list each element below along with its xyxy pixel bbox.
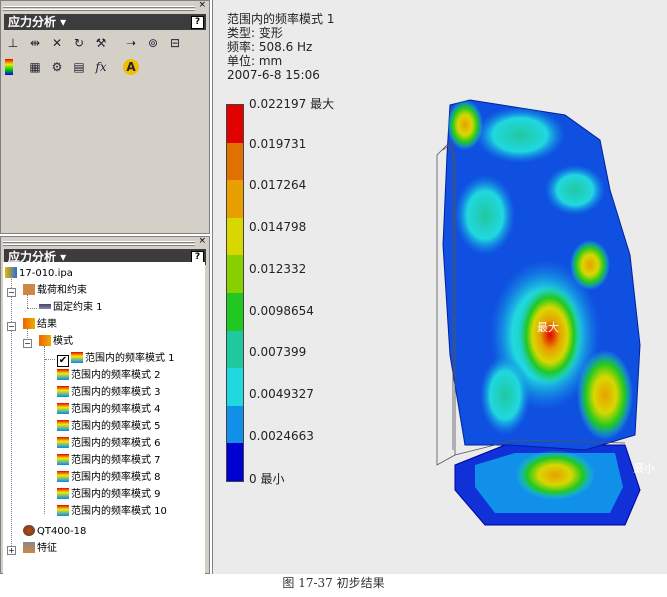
results-icon [23, 318, 35, 329]
tree-results[interactable]: 结果 [23, 318, 57, 332]
contour-icon [57, 505, 69, 516]
legend-label: 0 最小 [249, 472, 285, 487]
contour-icon [57, 386, 69, 397]
collapse-loads-icon[interactable]: − [7, 288, 16, 297]
tree-mode-item[interactable]: 范围内的频率模式 6 [57, 437, 161, 451]
fixed-constraint-icon[interactable]: ⊥ [5, 35, 21, 51]
mesh-icon[interactable]: ⚒ [93, 35, 109, 51]
contour-icon [57, 471, 69, 482]
legend-label: 0.0024663 [249, 428, 314, 443]
panel-title[interactable]: 应力分析 ▾ ? [4, 14, 206, 30]
features-icon [23, 542, 35, 553]
tree-mode-item[interactable]: 范围内的频率模式 7 [57, 454, 161, 468]
legend-swatch [227, 105, 243, 143]
help-icon[interactable]: ? [191, 16, 204, 29]
tree-loads[interactable]: 载荷和约束 [23, 284, 87, 298]
table-icon[interactable]: ▦ [27, 59, 43, 75]
tree-mode-item[interactable]: ✔ 范围内的频率模式 1 [45, 352, 175, 367]
info-title: 范围内的频率模式 1 [227, 12, 335, 26]
legend-label: 0.0049327 [249, 386, 314, 401]
force-icon[interactable]: ➝ [123, 35, 139, 51]
tree-mode-item[interactable]: 范围内的频率模式 4 [57, 403, 161, 417]
collapse-modes-icon[interactable]: − [23, 339, 32, 348]
report-icon[interactable]: ▤ [71, 59, 87, 75]
legend-label: 0.022197 最大 [249, 97, 335, 111]
contour-icon [57, 437, 69, 448]
result-info: 范围内的频率模式 1 类型: 变形 频率: 508.6 Hz 单位: mm 20… [227, 12, 334, 82]
settings-icon[interactable]: ⚙ [49, 59, 65, 75]
legend-swatch [227, 330, 243, 369]
legend-swatch [227, 368, 243, 406]
tree-part[interactable]: QT400-18 [23, 525, 86, 539]
pin-constraint-icon[interactable]: ⇹ [27, 35, 43, 51]
legend-swatch [227, 292, 243, 331]
tree-mode-item[interactable]: 范围内的频率模式 2 [57, 369, 161, 383]
tree-mode-item[interactable]: 范围内的频率模式 10 [57, 505, 167, 519]
contour-icon [57, 454, 69, 465]
max-marker: 最大 [537, 320, 559, 334]
constraint-icon [39, 304, 51, 309]
info-unit: 单位: mm [227, 54, 283, 68]
legend-swatch [227, 142, 243, 181]
tree-mode-item[interactable]: 范围内的频率模式 8 [57, 471, 161, 485]
expand-features-icon[interactable]: + [7, 546, 16, 555]
legend-swatch [227, 217, 243, 256]
contour-icon [57, 369, 69, 380]
legend-swatch [227, 405, 243, 444]
stress-analysis-panel: × 应力分析 ▾ ? ⊥ ⇹ ✕ ↻ ⚒ ➝ ⊚ ⊟ ▦ ⚙ ▤ fx A [0, 0, 210, 234]
deformed-model[interactable]: 最大 最小 [425, 95, 665, 535]
checkmark-icon: ✔ [57, 355, 69, 367]
legend-label: 0.007399 [249, 345, 307, 360]
browser-close-icon[interactable]: × [198, 236, 206, 246]
legend-label: 0.017264 [249, 178, 307, 193]
legend-swatch [227, 443, 243, 481]
loads-icon [23, 284, 35, 295]
tree-mode-item[interactable]: 范围内的频率模式 9 [57, 488, 161, 502]
legend-label: 0.019731 [249, 136, 307, 151]
legend-swatch [227, 255, 243, 293]
color-legend [226, 104, 244, 482]
tree-constraint[interactable]: 固定约束 1 [39, 301, 103, 315]
tree-mode-item[interactable]: 范围内的频率模式 3 [57, 386, 161, 400]
info-type: 类型: 变形 [227, 26, 283, 40]
color-bar-icon[interactable] [5, 59, 13, 75]
modes-icon [39, 335, 51, 346]
panel-close-icon[interactable]: × [198, 0, 206, 10]
pressure-icon[interactable]: ⊚ [145, 35, 161, 51]
legend-label: 0.0098654 [249, 303, 314, 318]
browser-tree: 17-010.ipa − 载荷和约束 固定约束 1 − 结果 − 模式 ✔ 范围内… [3, 262, 205, 574]
collapse-results-icon[interactable]: − [7, 322, 16, 331]
contour-icon [71, 352, 83, 363]
animate-icon[interactable]: A [123, 59, 139, 75]
rotate-icon[interactable]: ↻ [71, 35, 87, 51]
tree-modes[interactable]: 模式 [39, 335, 73, 349]
panel-grip[interactable] [3, 6, 195, 12]
info-frequency: 频率: 508.6 Hz [227, 40, 313, 54]
assembly-icon [5, 267, 17, 278]
contour-icon [57, 488, 69, 499]
legend-label: 0.012332 [249, 261, 307, 276]
tree-root[interactable]: 17-010.ipa [5, 267, 73, 281]
toolbar-row-2: ▦ ⚙ ▤ fx A [5, 59, 139, 75]
min-marker: 最小 [633, 462, 655, 475]
toolbar-row-1: ⊥ ⇹ ✕ ↻ ⚒ ➝ ⊚ ⊟ [5, 35, 183, 51]
tree-features[interactable]: 特征 [23, 542, 57, 556]
browser-grip[interactable] [3, 241, 195, 247]
frictionless-icon[interactable]: ✕ [49, 35, 65, 51]
contour-icon [57, 403, 69, 414]
contour-icon [57, 420, 69, 431]
legend-swatch [227, 180, 243, 218]
part-icon [23, 525, 35, 536]
function-icon[interactable]: fx [93, 59, 109, 75]
tree-mode-item[interactable]: 范围内的频率模式 5 [57, 420, 161, 434]
graphics-view[interactable]: 范围内的频率模式 1 类型: 变形 频率: 508.6 Hz 单位: mm 20… [212, 0, 667, 574]
bearing-load-icon[interactable]: ⊟ [167, 35, 183, 51]
info-date: 2007-6-8 15:06 [227, 68, 320, 82]
figure-caption: 图 17-37 初步结果 [282, 576, 385, 590]
legend-label: 0.014798 [249, 220, 307, 235]
